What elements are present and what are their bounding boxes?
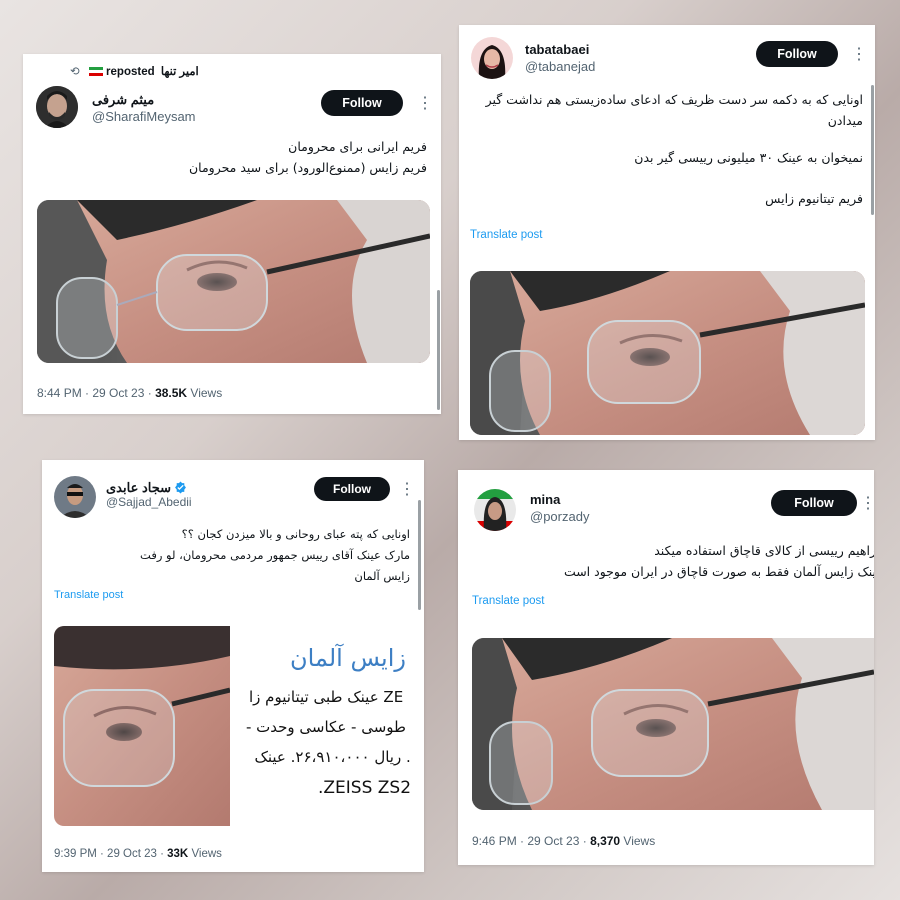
avatar-image [471, 37, 513, 79]
repost-icon: ⟲ [70, 66, 80, 78]
tweet-meta: 9:39 PM · 29 Oct 23 · 33K Views [54, 848, 222, 860]
ad-title: زایس آلمان [290, 644, 406, 672]
avatar[interactable] [36, 86, 78, 128]
follow-button[interactable]: Follow [756, 41, 838, 67]
photo-image [54, 626, 230, 826]
more-options-icon[interactable]: ⋮ [399, 482, 415, 498]
tweet-photo[interactable] [37, 200, 430, 363]
ad-line: ز. ریال ۲۶،۹۱۰،۰۰۰. عینک [254, 748, 410, 766]
tweet-text: اونایی که به دکمه سر دست ظریف که ادعای س… [471, 89, 863, 209]
tweet-line: مارک عینک آقای رییس جمهور مردمی محرومان،… [140, 548, 410, 562]
user-handle[interactable]: @SharafiMeysam [92, 109, 196, 124]
follow-button[interactable]: Follow [771, 490, 857, 516]
tweet-photo[interactable] [472, 638, 874, 810]
views-label: Views [188, 848, 222, 860]
avatar[interactable] [474, 489, 516, 531]
user-handle[interactable]: @porzady [530, 509, 589, 524]
tweet-line: فریم تیتانیوم زایس [765, 191, 863, 206]
tweet-card-2: tabatabaei @tabanejad Follow ⋮ اونایی که… [459, 25, 875, 440]
tweet-card-1: ⟲ reposted امیر تنها میثم شرفی @SharafiM… [23, 54, 441, 414]
scrollbar[interactable] [871, 85, 874, 215]
tweet-time[interactable]: 9:39 PM · 29 Oct 23 · [54, 848, 167, 860]
repost-indicator: ⟲ reposted امیر تنها [70, 64, 199, 78]
display-name[interactable]: سجاد عابدی [106, 480, 187, 496]
tweet-photo-left[interactable] [54, 626, 230, 826]
tweet-time[interactable]: 8:44 PM · 29 Oct 23 · [37, 386, 155, 400]
tweet-card-3: سجاد عابدی @Sajjad_Abedii Follow ⋮ اونای… [42, 460, 424, 872]
tweet-card-4: mina @porzady Follow ⋮ راهیم رییسی از کا… [458, 470, 874, 865]
tweet-line: نمیخوان به عینک ۳۰ میلیونی رییسی گیر بدن [634, 150, 863, 165]
avatar[interactable] [471, 37, 513, 79]
tweet-line: فریم زایس (ممنوع‌الورود) برای سید محروما… [188, 160, 427, 175]
follow-button[interactable]: Follow [314, 477, 390, 501]
translate-post-link[interactable]: Translate post [54, 589, 123, 601]
tweet-meta: 8:44 PM · 29 Oct 23 · 38.5K Views [37, 386, 222, 400]
display-name-text: سجاد عابدی [106, 480, 171, 495]
verified-badge-icon [175, 481, 186, 494]
tweet-text: اونایی که پته عبای روحانی و بالا میزدن ک… [54, 524, 410, 587]
views-count: 33K [167, 848, 189, 860]
tweet-line: ینک زایس آلمان فقط به صورت قاچاق در ایرا… [563, 564, 874, 579]
tweet-line: اونایی که به دکمه سر دست ظریف که ادعای س… [485, 92, 863, 128]
display-name[interactable]: میثم شرفی [92, 92, 154, 108]
scrollbar[interactable] [418, 500, 421, 610]
tweet-line: زایس آلمان [354, 569, 410, 583]
tweet-time[interactable]: 9:46 PM · 29 Oct 23 · [472, 834, 590, 848]
repost-label: reposted [106, 66, 155, 78]
iran-flag-icon [88, 67, 103, 76]
repost-user: امیر تنها [160, 66, 199, 78]
display-name[interactable]: tabatabaei [525, 42, 589, 57]
ad-panel[interactable]: زایس آلمان ZE ۰ عینک طبی تیتانیوم زا طوس… [230, 626, 410, 826]
tweet-line: اونایی که پته عبای روحانی و بالا میزدن ک… [181, 527, 410, 541]
ad-line: طوسی - عکاسی وحدت - [245, 718, 406, 736]
avatar-image [36, 86, 78, 128]
views-label: Views [620, 834, 656, 848]
tweet-line: فریم ایرانی برای محرومان [288, 139, 427, 154]
tweet-text: فریم ایرانی برای محرومان فریم زایس (ممنو… [47, 136, 427, 178]
views-count: 8,370 [590, 834, 621, 848]
tweet-text: راهیم رییسی از کالای قاچاق استفاده میکند… [466, 540, 874, 582]
tweet-photo[interactable] [470, 271, 865, 435]
user-handle[interactable]: @tabanejad [525, 59, 595, 74]
photo-image [470, 271, 865, 435]
ad-line: .ZEISS ZS2 [318, 778, 410, 798]
avatar-image [474, 489, 516, 531]
avatar-image [54, 476, 96, 518]
more-options-icon[interactable]: ⋮ [851, 47, 867, 63]
tweet-meta: 9:46 PM · 29 Oct 23 · 8,370 Views [472, 834, 655, 848]
tweet-line: راهیم رییسی از کالای قاچاق استفاده میکند [654, 543, 874, 558]
translate-post-link[interactable]: Translate post [470, 229, 542, 241]
translate-post-link[interactable]: Translate post [472, 595, 544, 607]
avatar[interactable] [54, 476, 96, 518]
views-label: Views [187, 386, 223, 400]
views-count: 38.5K [155, 386, 188, 400]
scrollbar[interactable] [437, 290, 440, 410]
photo-image [472, 638, 874, 810]
follow-button[interactable]: Follow [321, 90, 403, 116]
user-handle[interactable]: @Sajjad_Abedii [106, 495, 192, 509]
display-name[interactable]: mina [530, 492, 560, 507]
photo-image [37, 200, 430, 363]
more-options-icon[interactable]: ⋮ [417, 96, 433, 112]
ad-line: ZE ۰ عینک طبی تیتانیوم زا [249, 688, 410, 706]
more-options-icon[interactable]: ⋮ [860, 496, 874, 512]
